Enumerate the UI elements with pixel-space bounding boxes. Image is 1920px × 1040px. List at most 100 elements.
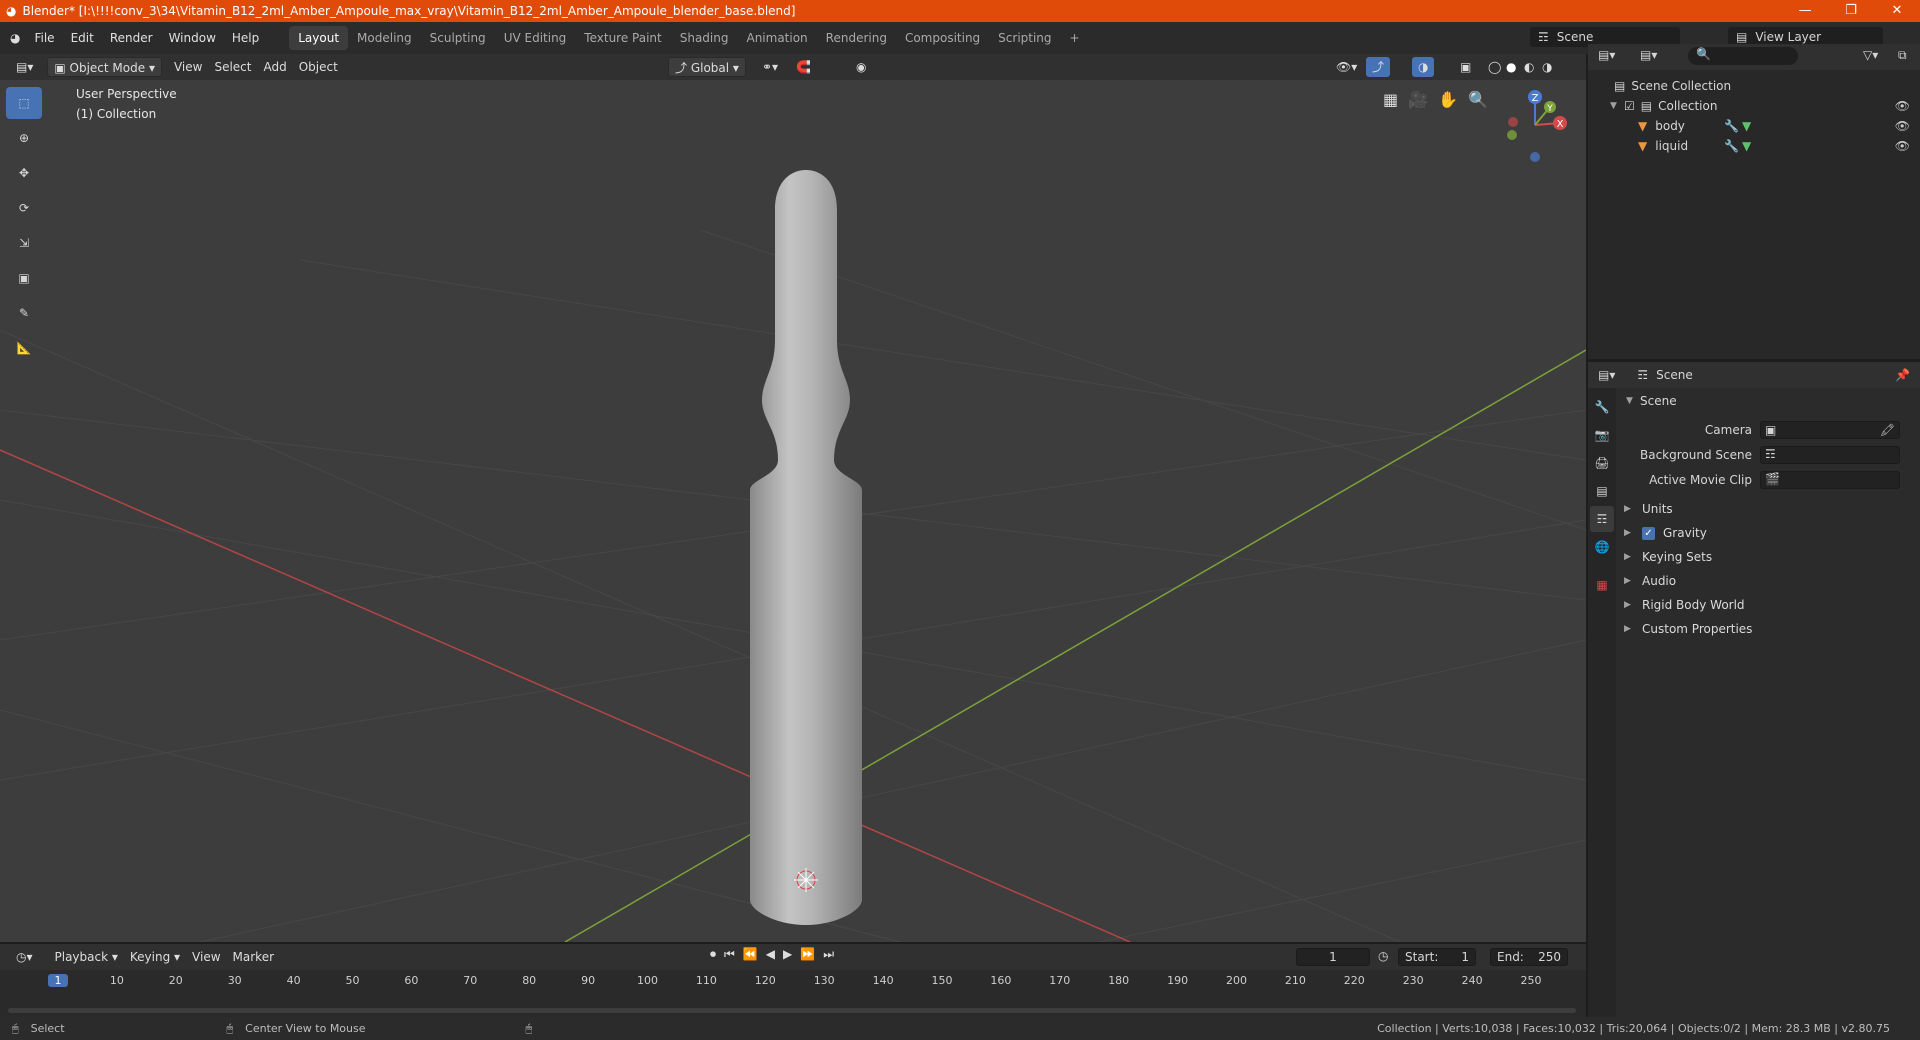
tab-scripting[interactable]: Scripting — [989, 26, 1060, 50]
close-button[interactable]: ✕ — [1874, 0, 1920, 22]
rendered-shading-icon[interactable]: ◑ — [1536, 57, 1558, 77]
end-frame-input[interactable]: End: 250 — [1490, 948, 1568, 966]
checkbox-icon[interactable]: ☑ — [1624, 99, 1635, 113]
tab-layout[interactable]: Layout — [289, 26, 349, 50]
tab-texture[interactable]: ▦ — [1590, 572, 1614, 598]
tab-output[interactable]: 🖨 — [1590, 450, 1614, 476]
tab-texture-paint[interactable]: Texture Paint — [575, 26, 670, 50]
view-menu[interactable]: View — [168, 57, 208, 77]
tab-sculpting[interactable]: Sculpting — [421, 26, 495, 50]
eye-icon[interactable]: 👁 — [1895, 99, 1910, 113]
frame-ruler[interactable]: 1 10 20 30 40 50 60 70 80 90 100 110 120 130 140 150 160… — [0, 974, 1586, 990]
transform-tool[interactable]: ▣ — [6, 262, 42, 294]
snap-icon[interactable]: 🧲 — [790, 57, 817, 77]
tab-uv-editing[interactable]: UV Editing — [495, 26, 576, 50]
prev-keyframe-icon[interactable]: ⏪ — [743, 947, 758, 962]
tab-world[interactable]: 🌐 — [1590, 534, 1614, 560]
scene-panel-header[interactable]: ▼ Scene — [1620, 390, 1916, 412]
section-custom-properties[interactable]: ▶ Custom Properties — [1624, 622, 1752, 636]
axis-gizmo[interactable]: Z X Y — [1495, 85, 1575, 165]
scale-tool[interactable]: ⇲ — [6, 227, 42, 259]
jump-end-icon[interactable]: ⏭ — [823, 947, 834, 962]
tab-scene[interactable]: ☶ — [1590, 506, 1614, 532]
gravity-checkbox[interactable]: ✓ — [1642, 526, 1655, 540]
camera-field[interactable]: ▣ 🖍 — [1760, 421, 1900, 439]
eyedropper-icon[interactable]: 🖍 — [1880, 423, 1895, 437]
timeline-editor-icon[interactable]: ◷▾ — [10, 947, 39, 967]
tab-modeling[interactable]: Modeling — [348, 26, 421, 50]
outliner-search-input[interactable]: 🔍 — [1688, 47, 1798, 65]
eye-icon[interactable]: 👁 — [1895, 139, 1910, 153]
next-keyframe-icon[interactable]: ⏩ — [800, 947, 815, 962]
annotate-tool[interactable]: ✎ — [6, 297, 42, 329]
clock-icon[interactable]: ◷ — [1378, 949, 1388, 963]
section-rigid-body-world[interactable]: ▶ Rigid Body World — [1624, 598, 1745, 612]
object-menu[interactable]: Object — [293, 57, 344, 77]
section-units[interactable]: ▶ Units — [1624, 502, 1673, 516]
tab-view-layer[interactable]: ▤ — [1590, 478, 1614, 504]
outliner-row-scene-collection[interactable]: ▤ Scene Collection — [1588, 76, 1920, 96]
menu-file[interactable]: File — [26, 27, 62, 49]
minimize-button[interactable]: — — [1782, 0, 1828, 22]
menu-edit[interactable]: Edit — [63, 27, 102, 49]
tab-compositing[interactable]: Compositing — [896, 26, 989, 50]
restore-button[interactable]: ❐ — [1828, 0, 1874, 22]
filter-icon[interactable]: ▽▾ — [1863, 48, 1878, 62]
new-collection-icon[interactable]: ⧉ — [1898, 48, 1907, 63]
keying-menu[interactable]: Keying ▾ — [124, 947, 186, 967]
timeline-view-menu[interactable]: View — [186, 947, 226, 967]
blender-menu-icon[interactable]: ◕ — [10, 31, 20, 45]
current-frame-input[interactable]: 1 — [1296, 948, 1370, 966]
playback-menu[interactable]: Playback ▾ — [49, 947, 124, 967]
menu-help[interactable]: Help — [224, 27, 267, 49]
background-scene-field[interactable]: ☶ — [1760, 446, 1900, 464]
camera-view-icon[interactable]: 🎥 — [1408, 90, 1428, 109]
properties-editor-icon[interactable]: ▤▾ — [1598, 368, 1615, 382]
timeline-area[interactable]: 1 10 20 30 40 50 60 70 80 90 100 110 120 130 140 150 160… — [0, 970, 1586, 1017]
pin-icon[interactable]: 📌 — [1895, 368, 1910, 382]
xray-icon[interactable]: ▣ — [1454, 57, 1477, 77]
tab-animation[interactable]: Animation — [737, 26, 816, 50]
expand-icon[interactable]: ▼ — [1610, 101, 1620, 111]
add-workspace-button[interactable]: + — [1061, 26, 1089, 50]
gizmo-toggle-icon[interactable]: ⤴ — [1366, 57, 1391, 77]
measure-tool[interactable]: 📐 — [6, 332, 42, 364]
ampoule-model[interactable] — [750, 170, 862, 925]
orientation-dropdown[interactable]: ⤴ Global ▾ — [668, 57, 746, 77]
marker-menu[interactable]: Marker — [227, 947, 280, 967]
tab-shading[interactable]: Shading — [671, 26, 738, 50]
section-gravity[interactable]: ▶ ✓ Gravity — [1624, 526, 1707, 540]
rotate-tool[interactable]: ⟳ — [6, 192, 42, 224]
section-audio[interactable]: ▶ Audio — [1624, 574, 1676, 588]
tab-tool[interactable]: 🔧 — [1590, 394, 1614, 420]
mode-dropdown[interactable]: ▣ Object Mode ▾ — [47, 57, 162, 77]
zoom-icon[interactable]: 🔍 — [1468, 90, 1488, 109]
eye-icon[interactable]: 👁 — [1895, 119, 1910, 133]
outliner-row-body[interactable]: ▼ body 🔧 ▼ 👁 — [1588, 116, 1920, 136]
move-tool[interactable]: ✥ — [6, 157, 42, 189]
outliner-row-liquid[interactable]: ▼ liquid 🔧 ▼ 👁 — [1588, 136, 1920, 156]
cursor-tool[interactable]: ⊕ — [6, 122, 42, 154]
menu-window[interactable]: Window — [161, 27, 224, 49]
timeline-scrollbar[interactable] — [8, 1008, 1576, 1013]
pivot-icon[interactable]: ⚭▾ — [756, 57, 784, 77]
menu-render[interactable]: Render — [102, 27, 161, 49]
proportional-edit-icon[interactable]: ◉ — [850, 57, 872, 77]
play-icon[interactable]: ▶ — [783, 947, 792, 962]
grid-view-icon[interactable]: ▦ — [1383, 90, 1398, 109]
start-frame-input[interactable]: Start: 1 — [1398, 948, 1476, 966]
add-menu[interactable]: Add — [257, 57, 292, 77]
active-movie-clip-field[interactable]: 🎬 — [1760, 471, 1900, 489]
3d-viewport[interactable]: User Perspective (1) Collection ▦ 🎥 ✋ 🔍 … — [0, 80, 1586, 942]
record-icon[interactable]: ⏺ — [710, 947, 716, 962]
jump-start-icon[interactable]: ⏮ — [724, 947, 735, 962]
visibility-icon[interactable]: 👁▾ — [1330, 57, 1363, 77]
outliner-row-collection[interactable]: ▼ ☑ ▤ Collection 👁 — [1588, 96, 1920, 116]
play-reverse-icon[interactable]: ◀ — [766, 947, 775, 962]
display-mode-icon[interactable]: ▤▾ — [1640, 48, 1657, 62]
select-box-tool[interactable]: ⬚ — [6, 87, 42, 119]
overlay-toggle-icon[interactable]: ◑ — [1412, 57, 1435, 77]
outliner-editor-icon[interactable]: ▤▾ — [1598, 48, 1615, 62]
select-menu[interactable]: Select — [208, 57, 257, 77]
tab-rendering[interactable]: Rendering — [817, 26, 896, 50]
